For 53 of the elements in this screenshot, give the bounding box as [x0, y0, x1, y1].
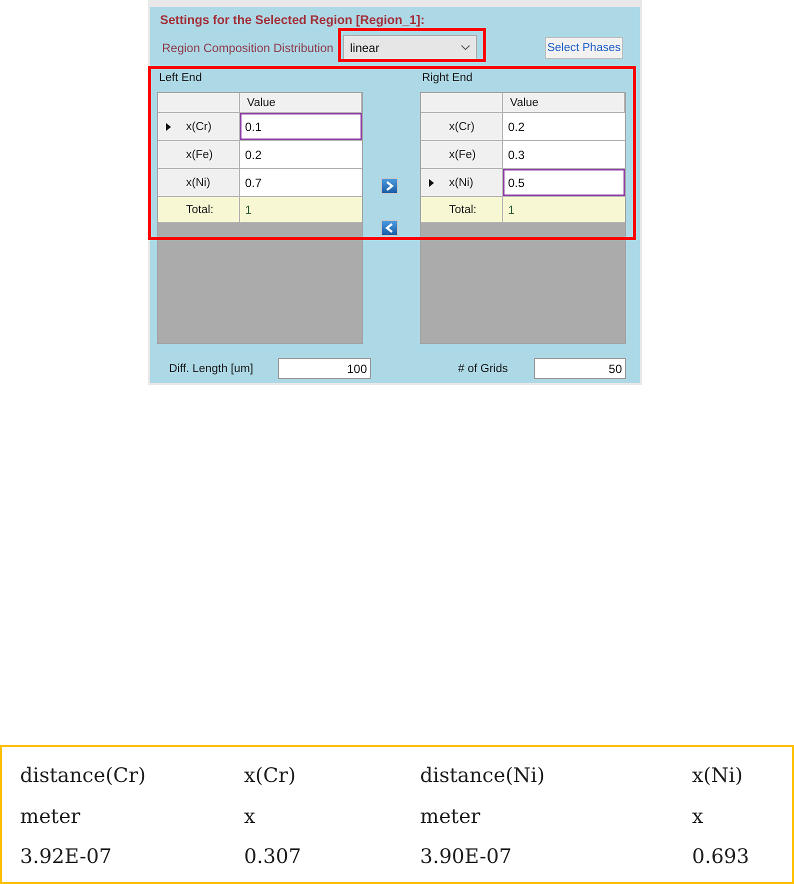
row-pointer-icon [166, 122, 171, 130]
value-cell[interactable]: 0.1 [240, 113, 362, 141]
row-header-cell[interactable]: x(Ni) [158, 169, 240, 197]
diff-length-field[interactable]: 100 [278, 358, 371, 379]
column-header: Value [240, 93, 362, 113]
table-cell-text: 0.307 [244, 843, 302, 870]
total-value: 1 [503, 197, 625, 223]
column-header: Value [503, 93, 625, 113]
table-cell-text: meter [20, 802, 82, 830]
chevron-left-icon [385, 223, 394, 233]
table-cell-text: 3.92E-07 [20, 843, 113, 870]
row-pointer-icon [429, 178, 434, 186]
field-label: # of Grids [458, 362, 509, 374]
row-label: x(Ni) [449, 176, 474, 188]
select-phases-button[interactable]: Select Phases [545, 36, 623, 58]
value-cell[interactable]: 0.2 [503, 113, 625, 141]
move-left-button[interactable] [381, 220, 398, 236]
value-cell[interactable]: 0.5 [503, 169, 625, 197]
table-cell-text: meter [420, 802, 482, 830]
total-value: 1 [240, 197, 362, 223]
distribution-dropdown[interactable]: linear [343, 35, 477, 60]
row-header-cell[interactable]: x(Cr) [158, 113, 240, 141]
table-cell-text: 0.693 [692, 843, 750, 870]
total-label: Total: [158, 197, 240, 223]
field-label: Region Composition Distribution [162, 40, 334, 54]
grid-count-field[interactable]: 50 [534, 358, 626, 379]
row-header-cell[interactable]: x(Fe) [421, 141, 503, 169]
section-title: Settings for the Selected Region [Region_1]: [159, 12, 426, 28]
row-header-cell[interactable]: x(Fe) [158, 141, 240, 169]
row-header-cell[interactable]: x(Cr) [421, 113, 503, 141]
table-cell-text: 3.90E-07 [420, 843, 513, 870]
row-label: x(Cr) [186, 120, 212, 132]
table-cell-text: distance(Ni) [420, 762, 546, 789]
row-label: x(Fe) [186, 148, 213, 160]
total-label: Total: [421, 197, 503, 223]
field-label: Diff. Length [um] [169, 362, 254, 374]
value-cell[interactable]: 0.7 [240, 169, 362, 197]
row-header-cell[interactable]: x(Ni) [421, 169, 503, 197]
move-right-button[interactable] [381, 178, 398, 194]
value-cell[interactable]: 0.3 [503, 141, 625, 169]
chevron-right-icon [385, 181, 394, 191]
value-cell[interactable]: 0.2 [240, 141, 362, 169]
table-cell-text: x [244, 802, 256, 830]
table-cell-text: distance(Cr) [20, 762, 147, 789]
table-cell-text: x(Ni) [692, 762, 744, 789]
row-label: x(Ni) [186, 176, 210, 188]
end-title: Left End [158, 71, 203, 85]
table-cell-text: x [692, 802, 704, 830]
row-label: x(Fe) [449, 148, 476, 160]
end-title: Right End [421, 71, 474, 85]
row-label: x(Cr) [449, 120, 475, 132]
table-cell-text: x(Cr) [244, 762, 297, 789]
chevron-down-icon [461, 45, 470, 50]
